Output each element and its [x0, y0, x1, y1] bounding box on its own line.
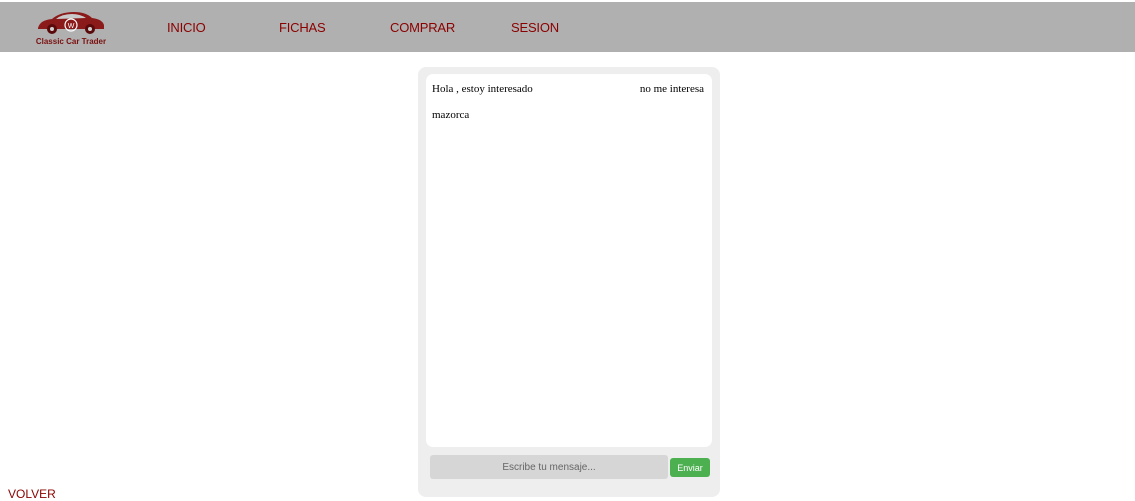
nav-link-fichas[interactable]: FICHAS: [279, 20, 326, 35]
send-button[interactable]: Enviar: [670, 458, 710, 477]
chat-messages-area: Hola , estoy interesado no me interesa m…: [426, 74, 712, 447]
chat-panel: Hola , estoy interesado no me interesa m…: [418, 67, 720, 497]
nav-link-comprar[interactable]: COMPRAR: [390, 20, 455, 35]
nav-link-inicio[interactable]: INICIO: [167, 20, 206, 35]
nav-link-sesion[interactable]: SESION: [511, 20, 559, 35]
chat-message-sent: mazorca: [432, 109, 470, 121]
top-nav-bar: W Classic Car Trader INICIO FICHAS COMPR…: [0, 2, 1135, 52]
svg-text:W: W: [68, 23, 75, 30]
chat-message-sent: Hola , estoy interesado: [432, 83, 533, 95]
brand-name: Classic Car Trader: [35, 37, 107, 46]
back-link[interactable]: VOLVER: [8, 487, 56, 501]
classic-car-icon: W: [38, 12, 104, 34]
chat-message-received: no me interesa: [639, 83, 704, 95]
brand-logo[interactable]: W Classic Car Trader: [28, 8, 118, 50]
message-input[interactable]: [430, 455, 668, 479]
